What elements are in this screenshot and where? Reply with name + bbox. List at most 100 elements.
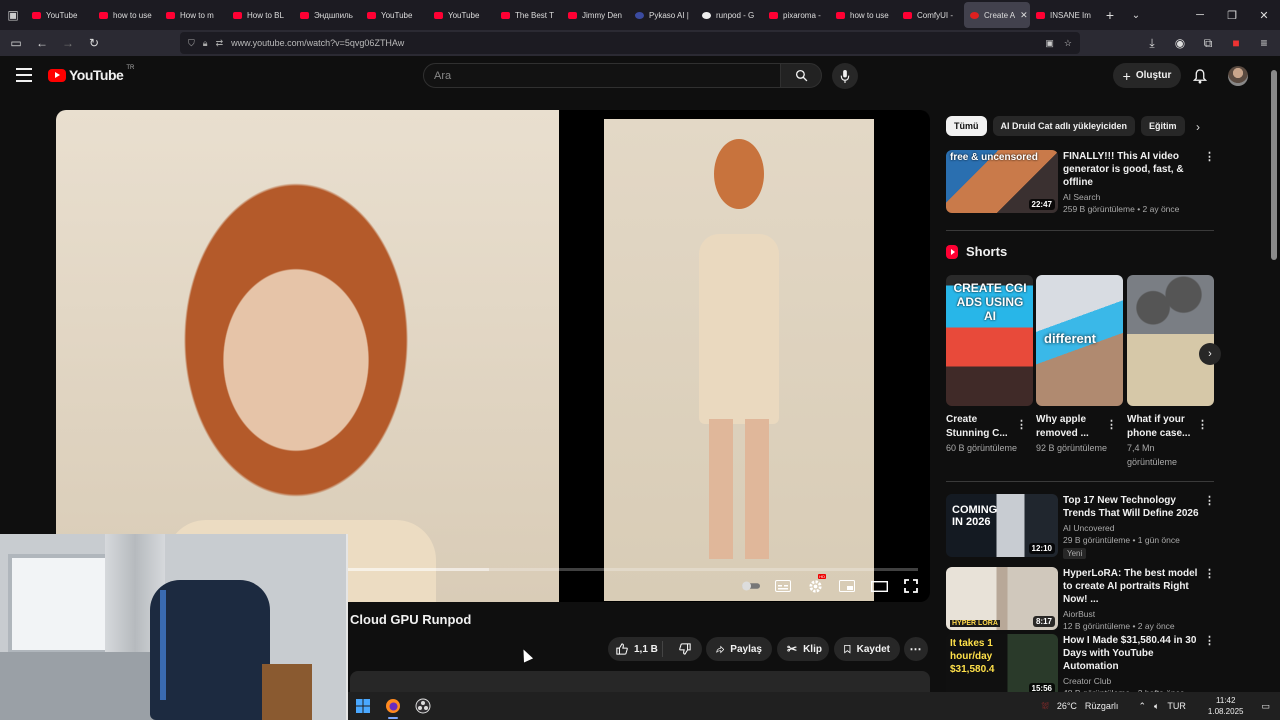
close-window-icon[interactable]: ✕: [1248, 9, 1280, 22]
miniplayer-icon[interactable]: [838, 577, 856, 595]
weather-condition[interactable]: Rüzgarlı: [1085, 701, 1119, 711]
list-item[interactable]: free & uncensored 22:47 FINALLY!!! This …: [946, 150, 1215, 214]
clock[interactable]: 11:42 1.08.2025: [1208, 695, 1244, 717]
browser-tab[interactable]: Эндшпиль: [294, 0, 361, 30]
shorts-thumbnail[interactable]: [1127, 275, 1214, 406]
extensions-icon[interactable]: ⧉: [1198, 33, 1218, 53]
video-title[interactable]: FINALLY!!! This AI video generator is go…: [1063, 150, 1203, 189]
chevron-right-icon[interactable]: ›: [1199, 343, 1221, 365]
settings-gear-icon[interactable]: HD: [806, 574, 826, 595]
video-thumbnail[interactable]: free & uncensored 22:47: [946, 150, 1058, 213]
minimize-icon[interactable]: ─: [1184, 9, 1216, 22]
fullscreen-icon[interactable]: [902, 577, 920, 595]
like-button[interactable]: 1,1 B: [608, 641, 663, 657]
account-icon[interactable]: ◉: [1170, 33, 1190, 53]
list-item[interactable]: COMING IN 2026 12:10 Top 17 New Technolo…: [946, 494, 1215, 559]
ublock-icon[interactable]: ■: [1226, 33, 1246, 53]
keyboard-language[interactable]: TUR: [1167, 701, 1186, 711]
close-tab-icon[interactable]: ✕: [1020, 10, 1028, 21]
chevron-down-icon[interactable]: ⌄: [1123, 10, 1149, 21]
share-button[interactable]: Paylaş: [706, 637, 772, 661]
lock-icon[interactable]: 🔒︎: [203, 38, 208, 49]
video-thumbnail[interactable]: HYPER LORA 8:17: [946, 567, 1058, 630]
more-vertical-icon[interactable]: ⋮: [1016, 418, 1027, 431]
more-actions-button[interactable]: ⋯: [904, 637, 928, 661]
reload-icon[interactable]: ↻: [84, 33, 104, 53]
browser-tab-active[interactable]: Create A ✕: [964, 2, 1030, 28]
firefox-icon[interactable]: [378, 692, 408, 720]
browser-tab[interactable]: Jimmy Den: [562, 0, 629, 30]
browser-tab[interactable]: YouTube: [26, 0, 93, 30]
browser-tab[interactable]: The Best T: [495, 0, 562, 30]
video-thumbnail[interactable]: It takes 1 hour/day $31,580.4 15:56: [946, 634, 1058, 697]
chip-education[interactable]: Eğitim: [1141, 116, 1185, 136]
save-button[interactable]: Kaydet: [834, 637, 900, 661]
url-text[interactable]: www.youtube.com/watch?v=5qvg06ZTHAw: [231, 38, 404, 48]
browser-tab[interactable]: ComfyUI -: [897, 0, 964, 30]
picture-in-picture-icon[interactable]: ▣: [1045, 38, 1054, 49]
restore-icon[interactable]: ❐: [1216, 9, 1248, 22]
video-title[interactable]: HyperLoRA: The best model to create AI p…: [1063, 567, 1203, 606]
video-title[interactable]: How I Made $31,580.44 in 30 Days with Yo…: [1063, 634, 1203, 673]
chip-uploader[interactable]: AI Druid Cat adlı yükleyiciden: [992, 116, 1136, 136]
notifications-icon[interactable]: ▭: [1261, 701, 1270, 712]
start-menu-icon[interactable]: [348, 692, 378, 720]
autoplay-toggle[interactable]: [742, 577, 760, 595]
browser-tab[interactable]: How to BL: [227, 0, 294, 30]
permissions-icon[interactable]: ⇄: [216, 38, 224, 49]
theater-mode-icon[interactable]: [870, 577, 888, 595]
sidebar-toggle-icon[interactable]: ▭: [6, 33, 26, 53]
video-title[interactable]: Top 17 New Technology Trends That Will D…: [1063, 494, 1203, 520]
weather-icon[interactable]: ⛆: [1042, 701, 1049, 712]
create-button[interactable]: + Oluştur: [1113, 63, 1181, 88]
shorts-title[interactable]: What if your phone case...: [1127, 413, 1199, 441]
browser-tab[interactable]: runpod - G: [696, 0, 763, 30]
more-vertical-icon[interactable]: ⋮: [1204, 150, 1215, 163]
shorts-thumbnail[interactable]: different: [1036, 275, 1123, 406]
page-scrollbar[interactable]: [1269, 56, 1280, 692]
downloads-icon[interactable]: ⤓: [1142, 33, 1162, 53]
browser-tab[interactable]: pixaroma -: [763, 0, 830, 30]
more-vertical-icon[interactable]: ⋮: [1204, 634, 1215, 647]
more-vertical-icon[interactable]: ⋮: [1106, 418, 1117, 431]
obs-icon[interactable]: [408, 692, 438, 720]
more-vertical-icon[interactable]: ⋮: [1204, 494, 1215, 507]
address-bar[interactable]: ⛉ 🔒︎ ⇄ www.youtube.com/watch?v=5qvg06ZTH…: [180, 32, 1080, 54]
shorts-item[interactable]: What if your phone case... 7,4 Mn görünt…: [1127, 275, 1214, 469]
dislike-button[interactable]: [669, 643, 702, 655]
channel-name[interactable]: AiorBust: [1063, 609, 1203, 619]
youtube-logo[interactable]: YouTube TR: [48, 65, 134, 83]
bookmark-star-icon[interactable]: ☆: [1064, 38, 1072, 49]
chip-all[interactable]: Tümü: [946, 116, 987, 136]
hamburger-menu-icon[interactable]: [16, 68, 32, 82]
video-thumbnail[interactable]: COMING IN 2026 12:10: [946, 494, 1058, 557]
new-tab-icon[interactable]: +: [1097, 7, 1123, 23]
more-vertical-icon[interactable]: ⋮: [1204, 567, 1215, 580]
scrollbar-thumb[interactable]: [1271, 70, 1277, 260]
channel-name[interactable]: AI Uncovered: [1063, 523, 1203, 533]
volume-icon[interactable]: 🔈︎: [1154, 701, 1159, 712]
channel-name[interactable]: AI Search: [1063, 192, 1203, 202]
list-item[interactable]: It takes 1 hour/day $31,580.4 15:56 How …: [946, 634, 1215, 698]
back-arrow-icon[interactable]: ←: [32, 33, 52, 53]
chevron-right-icon[interactable]: ›: [1190, 117, 1206, 137]
account-avatar[interactable]: [1228, 66, 1248, 86]
browser-tab[interactable]: How to m: [160, 0, 227, 30]
weather-temperature[interactable]: 26°C: [1057, 701, 1077, 711]
progress-bar[interactable]: [346, 568, 918, 571]
list-item[interactable]: HYPER LORA 8:17 HyperLoRA: The best mode…: [946, 567, 1215, 631]
menu-icon[interactable]: ≡: [1254, 33, 1274, 53]
more-vertical-icon[interactable]: ⋮: [1197, 418, 1208, 431]
browser-tab[interactable]: Pykaso AI |: [629, 0, 696, 30]
search-button[interactable]: [780, 63, 822, 88]
tray-chevron-up-icon[interactable]: ⌃: [1138, 701, 1146, 712]
browser-tab[interactable]: INSANE Im: [1030, 0, 1097, 30]
shorts-item[interactable]: different Why apple removed ... 92 B gör…: [1036, 275, 1123, 455]
shield-icon[interactable]: ⛉: [188, 38, 195, 49]
video-player[interactable]: HD: [56, 110, 930, 602]
browser-tab[interactable]: YouTube: [428, 0, 495, 30]
shorts-title[interactable]: Why apple removed ...: [1036, 413, 1108, 441]
search-input[interactable]: Ara: [423, 63, 781, 88]
clip-button[interactable]: ✂ Klip: [777, 637, 829, 661]
shorts-thumbnail[interactable]: CREATE CGI ADS USING AI: [946, 275, 1033, 406]
